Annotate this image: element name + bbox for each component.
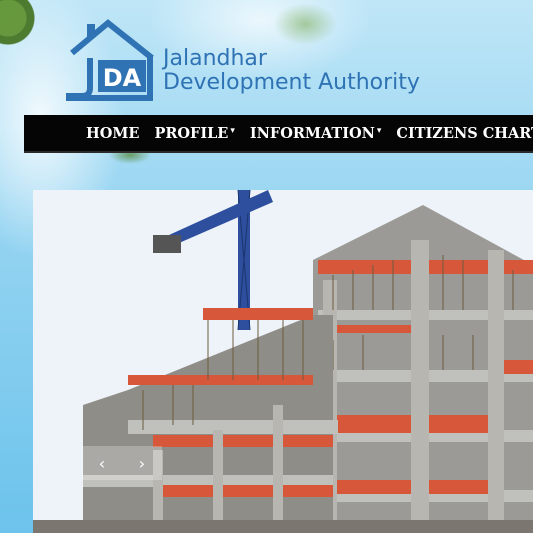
nav-profile[interactable]: PROFILE ▾ — [154, 125, 234, 142]
nav-citizens-charter[interactable]: CITIZENS CHARTER ▾ — [396, 125, 533, 142]
slider-prev-button[interactable]: ‹ — [82, 446, 122, 480]
slider-next-button[interactable]: › — [122, 446, 162, 480]
nav-home-label: HOME — [86, 124, 140, 142]
main-navigation: HOME PROFILE ▾ INFORMATION ▾ CITIZENS CH… — [24, 115, 533, 153]
slider-controls: ‹ › — [82, 446, 162, 480]
site-title-line1: Jalandhar — [163, 46, 267, 71]
nav-information-label: INFORMATION — [249, 124, 375, 142]
jda-logo[interactable]: DA — [60, 18, 165, 103]
nav-citizens-charter-label: CITIZENS CHARTER — [396, 124, 533, 142]
site-title-line2: Development Authority — [163, 70, 420, 95]
image-slider — [33, 190, 533, 533]
logo-da-text: DA — [103, 64, 142, 92]
nav-home[interactable]: HOME — [86, 125, 139, 142]
chevron-down-icon: ▾ — [230, 126, 235, 136]
nav-information[interactable]: INFORMATION ▾ — [250, 125, 382, 142]
nav-profile-label: PROFILE — [154, 124, 229, 142]
site-title: Jalandhar Development Authority — [163, 47, 420, 95]
tree-leaves-decoration — [0, 0, 50, 60]
construction-building-image — [33, 190, 533, 533]
chevron-down-icon: ▾ — [376, 126, 382, 136]
